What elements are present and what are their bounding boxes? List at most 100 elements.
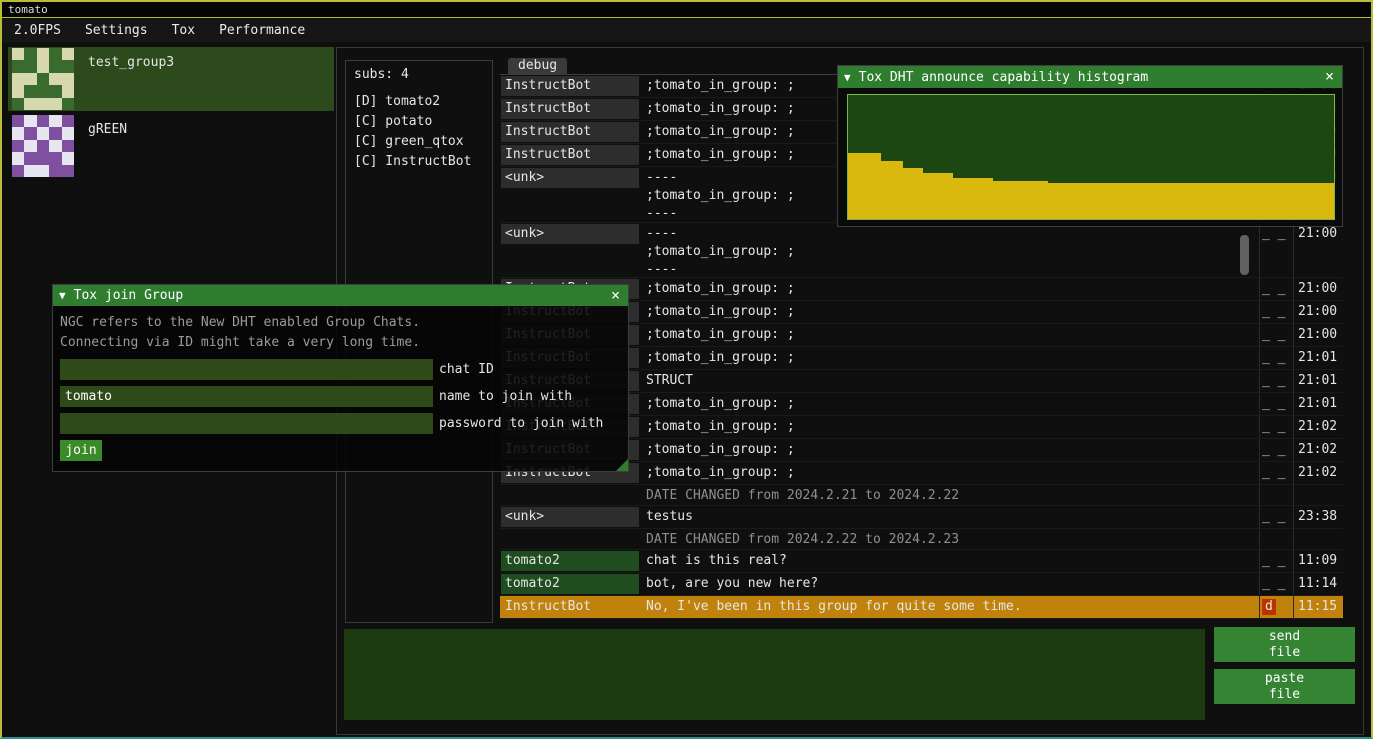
group-avatar-icon [12, 115, 74, 177]
message-text: ;tomato_in_group: ; [640, 324, 1259, 346]
message-timestamp: 21:02 [1293, 439, 1343, 461]
window-title: tomato [8, 3, 48, 16]
message-flags-cell: _ _ [1259, 462, 1293, 484]
sender-name-cell: <unk> [500, 223, 640, 245]
dht-histogram-window-body [838, 88, 1342, 226]
message-text: chat is this real? [640, 550, 1259, 572]
sender-name: tomato2 [501, 574, 639, 594]
collapse-arrow-icon[interactable]: ▼ [844, 71, 851, 84]
date-separator-row: DATE CHANGED from 2024.2.21 to 2024.2.22 [500, 485, 1343, 506]
os-titlebar[interactable]: tomato [2, 2, 1371, 18]
sender-name-cell [500, 529, 640, 531]
subscriber-item[interactable]: [D] tomato2 [354, 92, 484, 112]
sender-name-cell: InstructBot [500, 144, 640, 166]
message-flags-cell: _ _ [1259, 506, 1293, 528]
date-changed-text: DATE CHANGED from 2024.2.22 to 2024.2.23 [640, 529, 1259, 550]
chat-message-row[interactable]: tomato2chat is this real?_ _11:09 [500, 550, 1343, 573]
date-changed-text: DATE CHANGED from 2024.2.21 to 2024.2.22 [640, 485, 1259, 506]
join-group-window-header[interactable]: ▼ Tox join Group × [53, 285, 628, 306]
dht-histogram-window-header[interactable]: ▼ Tox DHT announce capability histogram … [838, 66, 1342, 88]
message-timestamp: 11:14 [1293, 573, 1343, 595]
message-flags-cell: _ _ [1259, 370, 1293, 392]
sender-name-cell [500, 485, 640, 487]
message-timestamp: 21:02 [1293, 416, 1343, 438]
sender-name-cell: InstructBot [500, 121, 640, 143]
join-field-label: chat ID [439, 362, 494, 377]
sender-name-cell: InstructBot [500, 98, 640, 120]
histogram-area-chart [848, 95, 1334, 219]
message-text: ;tomato_in_group: ; [640, 416, 1259, 438]
paste-file-button[interactable]: paste file [1214, 669, 1355, 704]
join-group-window-body: NGC refers to the New DHT enabled Group … [53, 306, 628, 471]
message-timestamp: 21:00 [1293, 278, 1343, 300]
subscriber-item[interactable]: [C] potato [354, 112, 484, 132]
join-group-window-title: Tox join Group [74, 288, 184, 303]
message-timestamp: 21:01 [1293, 347, 1343, 369]
message-flags-cell: _ _ [1259, 393, 1293, 415]
message-flags-cell [1259, 485, 1293, 505]
subscribers-list: [D] tomato2[C] potato[C] green_qtox[C] I… [354, 92, 484, 172]
join-input-password-to-join-with[interactable] [60, 413, 433, 434]
join-field-label: password to join with [439, 416, 603, 431]
sender-name: <unk> [501, 507, 639, 527]
join-button[interactable]: join [60, 440, 102, 461]
join-input-name-to-join-with[interactable] [60, 386, 433, 407]
join-group-window[interactable]: ▼ Tox join Group × NGC refers to the New… [52, 284, 629, 472]
close-icon[interactable]: × [1325, 66, 1334, 87]
chat-message-row[interactable]: <unk>testus_ _23:38 [500, 506, 1343, 529]
message-flags-cell: d [1259, 596, 1293, 618]
message-timestamp [1293, 485, 1343, 505]
message-text: bot, are you new here? [640, 573, 1259, 595]
sender-name-cell: <unk> [500, 506, 640, 528]
message-timestamp [1293, 529, 1343, 549]
message-flags-cell: _ _ [1259, 347, 1293, 369]
send-file-button[interactable]: send file [1214, 627, 1355, 662]
sender-name-cell: tomato2 [500, 550, 640, 572]
chat-message-row[interactable]: tomato2bot, are you new here?_ _11:14 [500, 573, 1343, 596]
group-name-label: test_group3 [88, 55, 174, 70]
subscribers-count: subs: 4 [354, 67, 484, 82]
dht-histogram-window[interactable]: ▼ Tox DHT announce capability histogram … [837, 65, 1343, 227]
message-text: ;tomato_in_group: ; [640, 439, 1259, 461]
message-timestamp: 21:00 [1293, 301, 1343, 323]
app-window: tomato 2.0FPS SettingsToxPerformance tes… [0, 0, 1373, 739]
delivery-flag-badge: d [1262, 599, 1276, 615]
resize-grip[interactable] [616, 459, 628, 471]
menu-item-settings[interactable]: Settings [73, 19, 160, 42]
sender-name-cell: tomato2 [500, 573, 640, 595]
sidebar-group-gREEN[interactable]: gREEN [8, 114, 334, 178]
message-flags-cell [1259, 529, 1293, 549]
subscriber-item[interactable]: [C] green_qtox [354, 132, 484, 152]
sidebar-group-test_group3[interactable]: test_group3 [8, 47, 334, 111]
message-timestamp: 21:01 [1293, 370, 1343, 392]
chat-message-row[interactable]: <unk>---- ;tomato_in_group: ; ----_ _21:… [500, 223, 1343, 278]
sender-name: InstructBot [501, 145, 639, 165]
message-input[interactable] [344, 629, 1205, 720]
message-text: ;tomato_in_group: ; [640, 301, 1259, 323]
collapse-arrow-icon[interactable]: ▼ [59, 289, 66, 302]
message-flags-cell: _ _ [1259, 416, 1293, 438]
menu-items-container: SettingsToxPerformance [73, 19, 317, 42]
message-text: ;tomato_in_group: ; [640, 278, 1259, 300]
message-text: STRUCT [640, 370, 1259, 392]
message-timestamp: 11:15 [1293, 596, 1343, 618]
menu-item-tox[interactable]: Tox [160, 19, 207, 42]
message-flags-cell: _ _ [1259, 324, 1293, 346]
chat-scrollbar-thumb[interactable] [1240, 235, 1249, 275]
tab-debug[interactable]: debug [508, 58, 567, 75]
join-fields: chat IDname to join withpassword to join… [60, 359, 621, 434]
message-timestamp: 11:09 [1293, 550, 1343, 572]
subscriber-item[interactable]: [C] InstructBot [354, 152, 484, 172]
message-flags-cell: _ _ [1259, 223, 1293, 277]
message-text: testus [640, 506, 1259, 528]
close-icon[interactable]: × [611, 285, 620, 306]
message-timestamp: 21:00 [1293, 223, 1343, 277]
chat-message-row[interactable]: InstructBotNo, I've been in this group f… [500, 596, 1343, 619]
menu-item-performance[interactable]: Performance [207, 19, 317, 42]
dht-histogram-plot [847, 94, 1335, 220]
message-flags-cell: _ _ [1259, 278, 1293, 300]
sender-name-cell: <unk> [500, 167, 640, 189]
sender-name: <unk> [501, 224, 639, 244]
sender-name: <unk> [501, 168, 639, 188]
join-input-chat-ID[interactable] [60, 359, 433, 380]
